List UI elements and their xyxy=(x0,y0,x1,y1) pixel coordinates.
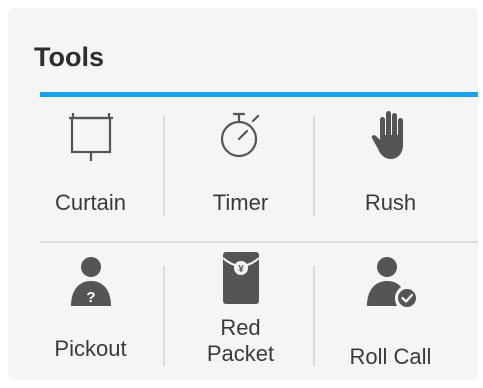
column-divider xyxy=(313,266,315,366)
tool-rush[interactable]: Rush xyxy=(318,103,463,233)
tool-label-line-1: Red xyxy=(220,315,261,340)
tool-label: Timer xyxy=(212,190,269,215)
column-divider xyxy=(163,116,165,216)
panel-title: Tools xyxy=(34,42,104,72)
column-divider xyxy=(163,266,165,366)
tool-label: Roll Call xyxy=(349,344,432,369)
tool-curtain[interactable]: Curtain xyxy=(18,103,163,233)
user-question-icon: ? xyxy=(70,257,111,306)
tool-label-line-2: Packet xyxy=(206,341,275,366)
column-divider xyxy=(313,116,315,216)
red-packet-icon: ¥ xyxy=(221,252,260,304)
tool-pickout[interactable]: ? Pickout xyxy=(18,248,163,378)
title-underline xyxy=(40,92,478,97)
tool-roll-call[interactable]: Roll Call xyxy=(318,248,463,378)
hand-icon xyxy=(371,111,403,159)
tool-label: Rush xyxy=(364,190,417,215)
tool-label: Pickout xyxy=(54,336,127,361)
row-divider xyxy=(40,241,478,243)
curtain-icon xyxy=(68,113,113,161)
svg-text:?: ? xyxy=(86,289,95,306)
user-check-icon xyxy=(366,257,416,307)
tool-red-packet[interactable]: ¥ Red Packet xyxy=(168,248,313,378)
tool-timer[interactable]: Timer xyxy=(168,103,313,233)
svg-text:¥: ¥ xyxy=(238,264,244,275)
tools-panel: Tools Curtain Timer Rush ? Pickout ¥ Red… xyxy=(8,8,478,380)
tool-label: Curtain xyxy=(55,190,126,215)
stopwatch-icon xyxy=(220,112,259,158)
